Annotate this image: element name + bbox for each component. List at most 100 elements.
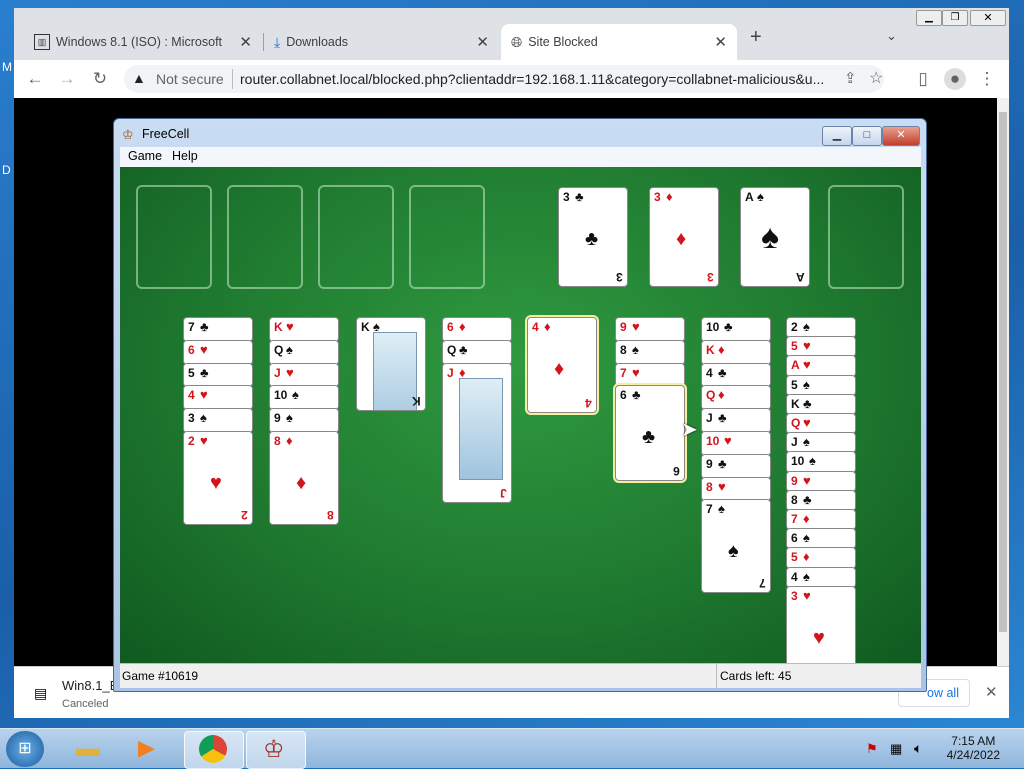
tableau-card[interactable]: K ♠ K (356, 317, 426, 411)
tableau-card[interactable]: 7 ♠ ♠ 7 (701, 499, 771, 594)
tableau-card[interactable]: 2 ♠ (786, 317, 856, 339)
tableau-card[interactable]: 7 ♥ (615, 362, 685, 388)
tableau-card[interactable]: 4 ♠ (786, 566, 856, 588)
tableau-card[interactable]: 8 ♦ ♦ 8 (269, 431, 339, 525)
bookmark-star-icon[interactable]: ☆ (869, 68, 883, 88)
clock[interactable]: 7:15 AM 4/24/2022 (947, 734, 1000, 762)
tableau-card[interactable]: 9 ♥ (786, 470, 856, 492)
page-scrollbar[interactable] (997, 98, 1009, 666)
tableau-card[interactable]: 5 ♦ (786, 547, 856, 569)
foundation-slot[interactable] (828, 185, 904, 289)
tableau-card[interactable]: 2 ♥ ♥ 2 (183, 431, 253, 525)
free-cell[interactable] (318, 185, 394, 289)
tableau-card[interactable]: J ♦ J (442, 362, 512, 503)
tableau-card[interactable]: A ♥ (786, 355, 856, 377)
tab-site-blocked[interactable]: 🌐︎ Site Blocked ✕ (501, 24, 737, 60)
tableau-card[interactable]: Q ♦ (701, 385, 771, 411)
tableau-card[interactable]: J ♥ (269, 362, 339, 388)
url-text[interactable]: router.collabnet.local/blocked.php?clien… (240, 71, 840, 87)
menu-bar: Game Help (120, 147, 921, 167)
tableau-card[interactable]: 8 ♠ (615, 339, 685, 365)
volume-icon[interactable]: 🔈︎ (914, 740, 922, 757)
tab-windows-iso[interactable]: ▥ Windows 8.1 (ISO) : Microsoft : Fr ✕ (24, 24, 262, 60)
tableau-card[interactable]: 4 ♣ (701, 362, 771, 388)
restore-button[interactable]: ❐ (942, 10, 968, 26)
close-shelf-icon[interactable]: ✕ (985, 683, 998, 701)
minimize-button[interactable]: ▁ (822, 126, 852, 146)
close-tab-icon[interactable]: ✕ (239, 33, 252, 51)
profile-avatar-icon[interactable]: ● (944, 68, 966, 90)
address-bar[interactable]: ▲ Not secure router.collabnet.local/bloc… (124, 65, 884, 93)
close-button[interactable]: ✕ (970, 10, 1006, 26)
close-button[interactable]: ✕ (882, 126, 920, 146)
menu-help[interactable]: Help (172, 149, 198, 163)
menu-game[interactable]: Game (128, 149, 162, 163)
tableau-card[interactable]: K ♥ (269, 317, 339, 342)
tableau-card[interactable]: 6 ♣ ♣ 6 (615, 385, 685, 482)
globe-icon: 🌐︎ (511, 33, 523, 50)
tableau-card[interactable]: 10 ♥ (701, 431, 771, 456)
card-rank: 6 (447, 320, 454, 334)
tableau-card[interactable]: 10 ♣ (701, 317, 771, 342)
start-orb-icon[interactable]: ⊞ (6, 731, 44, 767)
tableau-card[interactable]: 5 ♥ (786, 336, 856, 358)
tableau-card[interactable]: 4 ♦ ♦ 4 (527, 317, 597, 413)
side-panel-icon[interactable]: ▯ (912, 68, 934, 90)
tab-label: Site Blocked (528, 35, 598, 49)
tableau-card[interactable]: Q ♣ (442, 339, 512, 365)
tableau-card[interactable]: K ♣ (786, 393, 856, 415)
free-cell[interactable] (136, 185, 212, 289)
tableau-card[interactable]: 5 ♣ (183, 362, 253, 388)
card-rank-corner: K (412, 394, 421, 408)
taskbar-media-player[interactable]: ▶ (122, 731, 180, 767)
taskbar-chrome[interactable] (184, 731, 244, 769)
foundation-card[interactable]: A ♠ ♠ A (740, 187, 810, 287)
reload-icon[interactable]: ↻ (89, 68, 111, 90)
tableau-card[interactable]: 9 ♥ (615, 317, 685, 342)
tableau-card[interactable]: 6 ♠ (786, 528, 856, 550)
back-arrow-icon[interactable]: ← (24, 68, 46, 90)
tableau-card[interactable]: 9 ♣ (701, 453, 771, 479)
tableau-card[interactable]: Q ♠ (269, 339, 339, 365)
tableau-card[interactable]: 6 ♦ (442, 317, 512, 342)
scrollbar-thumb[interactable] (999, 112, 1007, 632)
maximize-button[interactable]: □ (852, 126, 882, 146)
tableau-card[interactable]: 10 ♠ (269, 385, 339, 411)
tableau-card[interactable]: J ♣ (701, 408, 771, 433)
tab-downloads[interactable]: ⤓ Downloads ✕ (264, 24, 499, 60)
tableau-card[interactable]: 5 ♠ (786, 374, 856, 396)
tableau-card[interactable]: 8 ♥ (701, 476, 771, 502)
minimize-button[interactable]: ▁ (916, 10, 942, 26)
tableau-card[interactable]: 7 ♣ (183, 317, 253, 342)
free-cell[interactable] (227, 185, 303, 289)
network-error-icon[interactable]: ⚑ (866, 741, 878, 757)
tableau-card[interactable]: 3 ♠ (183, 408, 253, 433)
share-icon[interactable]: ⇪ (844, 69, 857, 87)
tableau-card[interactable]: 9 ♠ (269, 408, 339, 433)
tableau-card[interactable]: 4 ♥ (183, 385, 253, 411)
tableau-card[interactable]: 8 ♣ (786, 489, 856, 511)
tableau-card[interactable]: 10 ♠ (786, 451, 856, 473)
tableau-card[interactable]: Q ♥ (786, 413, 856, 435)
new-tab-button[interactable]: + (750, 26, 762, 49)
taskbar-freecell[interactable]: ♔ (246, 731, 306, 769)
close-tab-icon[interactable]: ✕ (714, 33, 727, 51)
card-pip: ♥ (210, 472, 222, 494)
foundation-card[interactable]: 3 ♦ ♦ 3 (649, 187, 719, 287)
game-board[interactable]: 3 ♣ ♣ 3 3 ♦ ♦ 3 A ♠ ♠ A 7 ♣ 6 ♥ 5 ♣ 4 ♥ 3 ♠ 2 ♥ ♥ 2 K ♥ Q ♠ J ♥ 10 ♠ 9 ♠ 8 ♦… (120, 167, 921, 680)
foundation-card[interactable]: 3 ♣ ♣ 3 (558, 187, 628, 287)
tab-search-chevron-down-icon[interactable]: ⌄ (886, 28, 897, 44)
tableau-card[interactable]: 6 ♥ (183, 339, 253, 365)
tableau-card[interactable]: K ♦ (701, 339, 771, 365)
network-icon[interactable]: ▦ (890, 741, 902, 757)
tableau-card[interactable]: 7 ♦ (786, 509, 856, 531)
tableau-card[interactable]: J ♠ (786, 432, 856, 454)
free-cell[interactable] (409, 185, 485, 289)
menu-kebab-icon[interactable]: ⋮ (976, 68, 998, 90)
close-tab-icon[interactable]: ✕ (476, 33, 489, 51)
card-suit: ♣ (718, 455, 727, 471)
taskbar-explorer[interactable]: ▬ (62, 731, 120, 767)
card-rank: 5 (791, 550, 798, 565)
forward-arrow-icon[interactable]: → (56, 68, 78, 90)
download-filename[interactable]: Win8.1_E (62, 678, 118, 693)
